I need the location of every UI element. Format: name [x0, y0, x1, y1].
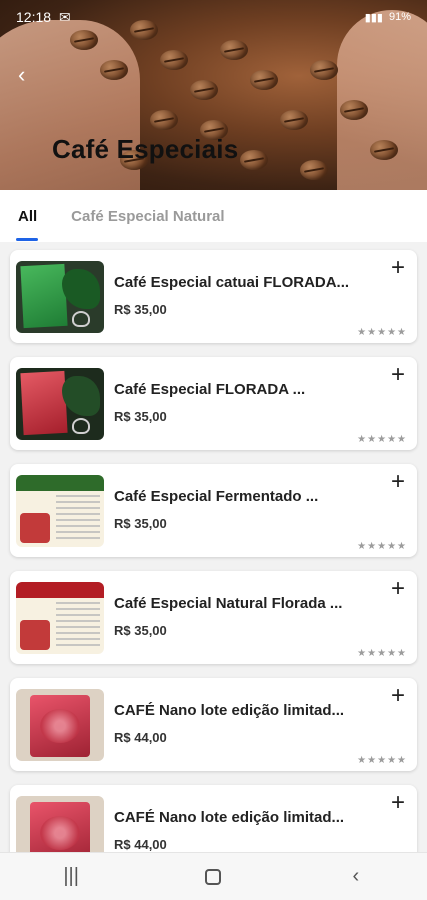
coffee-bean: [190, 80, 218, 100]
product-image: [16, 368, 104, 440]
rating-stars: ★★★★★: [357, 541, 407, 552]
product-card[interactable]: Café Especial Natural Florada ... R$ 35,…: [10, 571, 417, 664]
heart-cup-icon: [72, 311, 90, 327]
product-name: Café Especial Fermentado ...: [114, 488, 319, 505]
product-image: [16, 582, 104, 654]
plus-icon[interactable]: +: [391, 363, 405, 387]
product-image: [16, 796, 104, 852]
plus-icon[interactable]: +: [391, 791, 405, 815]
product-name: Café Especial FLORADA ...: [114, 381, 306, 398]
tab-cafe-especial-natural[interactable]: Café Especial Natural: [71, 190, 224, 242]
coffee-bean: [240, 150, 268, 170]
rating-stars: ★★★★★: [357, 755, 407, 766]
rating-stars: ★★★★★: [357, 648, 407, 659]
plus-icon[interactable]: +: [391, 577, 405, 601]
coffee-bean: [250, 70, 278, 90]
coffee-bean: [370, 140, 398, 160]
system-back-icon[interactable]: ‹: [326, 865, 386, 888]
product-image: [16, 261, 104, 333]
coffee-bag: [30, 695, 90, 757]
product-price: R$ 44,00: [114, 730, 167, 745]
notification-icon: ✉: [59, 8, 71, 25]
page-title: Café Especiais: [52, 134, 239, 164]
battery-level: 91%: [388, 11, 411, 23]
product-box: [20, 263, 68, 329]
system-nav-bar: ||| ‹: [0, 852, 427, 900]
rating-stars: ★★★★★: [357, 434, 407, 445]
heart-cup-icon: [72, 418, 90, 434]
recent-apps-icon[interactable]: |||: [41, 865, 101, 888]
tab-all[interactable]: All: [15, 190, 39, 242]
coffee-bean: [300, 160, 328, 180]
coffee-bean: [100, 60, 128, 80]
coffee-bean: [340, 100, 368, 120]
product-image: [16, 475, 104, 547]
status-left: 12:18 ✉: [16, 9, 71, 26]
product-name: Café Especial catuai FLORADA...: [114, 274, 350, 291]
label-photo: [20, 513, 50, 543]
back-arrow-icon[interactable]: ‹: [18, 62, 25, 88]
product-card[interactable]: Café Especial Fermentado ... R$ 35,00 + …: [10, 464, 417, 557]
category-tabs: All Café Especial Natural: [0, 190, 427, 242]
product-card[interactable]: Café Especial FLORADA ... R$ 35,00 + ★★★…: [10, 357, 417, 450]
status-bar: 12:18 ✉ ▮▮▮ 91%: [0, 0, 427, 34]
coffee-bean: [280, 110, 308, 130]
product-card[interactable]: CAFÉ Nano lote edição limitad... R$ 44,0…: [10, 785, 417, 852]
leaf-decoration: [62, 376, 100, 416]
coffee-bean: [160, 50, 188, 70]
home-icon[interactable]: [205, 868, 222, 885]
status-time: 12:18: [16, 9, 52, 25]
product-price: R$ 35,00: [114, 623, 167, 638]
product-card[interactable]: CAFÉ Nano lote edição limitad... R$ 44,0…: [10, 678, 417, 771]
coffee-bean: [310, 60, 338, 80]
status-right: ▮▮▮ 91%: [365, 11, 411, 24]
coffee-bean: [220, 40, 248, 60]
product-image: [16, 689, 104, 761]
product-name: CAFÉ Nano lote edição limitad...: [114, 809, 345, 826]
leaf-decoration: [62, 269, 100, 309]
label-band: [16, 475, 104, 491]
product-price: R$ 35,00: [114, 302, 167, 317]
product-box: [20, 370, 68, 436]
label-text-lines: [56, 602, 100, 650]
signal-icon: ▮▮▮: [364, 11, 383, 24]
product-price: R$ 35,00: [114, 409, 167, 424]
product-list: Café Especial catuai FLORADA... R$ 35,00…: [0, 242, 427, 852]
coffee-bean: [150, 110, 178, 130]
coffee-bag: [30, 802, 90, 852]
plus-icon[interactable]: +: [391, 684, 405, 708]
product-price: R$ 44,00: [114, 837, 167, 852]
label-photo: [20, 620, 50, 650]
label-text-lines: [56, 495, 100, 543]
label-band: [16, 582, 104, 598]
product-card[interactable]: Café Especial catuai FLORADA... R$ 35,00…: [10, 250, 417, 343]
product-price: R$ 35,00: [114, 516, 167, 531]
plus-icon[interactable]: +: [391, 256, 405, 280]
rating-stars: ★★★★★: [357, 327, 407, 338]
product-name: CAFÉ Nano lote edição limitad...: [114, 702, 345, 719]
product-name: Café Especial Natural Florada ...: [114, 595, 343, 612]
plus-icon[interactable]: +: [391, 470, 405, 494]
